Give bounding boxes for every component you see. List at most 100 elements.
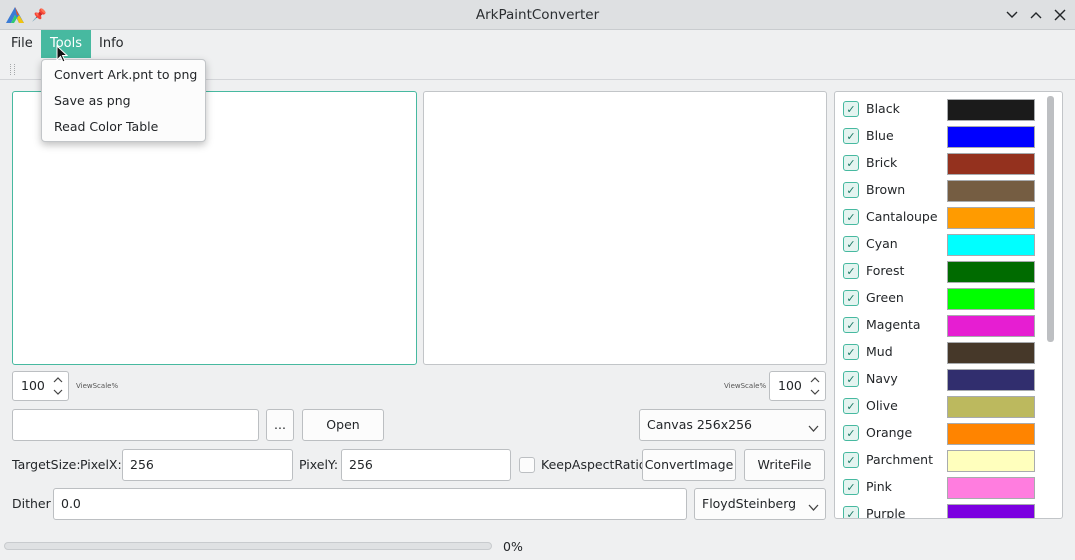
color-checkbox[interactable]: ✓ xyxy=(843,425,859,441)
pixelx-input[interactable]: 256 xyxy=(122,449,293,481)
color-checkbox[interactable]: ✓ xyxy=(843,155,859,171)
color-name: Magenta xyxy=(866,317,921,332)
write-file-button[interactable]: WriteFile xyxy=(744,449,825,481)
color-row[interactable]: ✓ Olive xyxy=(843,393,1039,420)
color-swatch[interactable] xyxy=(947,180,1035,202)
color-row[interactable]: ✓ Parchment xyxy=(843,447,1039,474)
color-swatch[interactable] xyxy=(947,423,1035,445)
color-row[interactable]: ✓ Pink xyxy=(843,474,1039,501)
color-row[interactable]: ✓ Orange xyxy=(843,420,1039,447)
color-name: Navy xyxy=(866,371,898,386)
preview-image-view[interactable] xyxy=(423,91,827,365)
right-scale-value: 100 xyxy=(778,378,802,393)
color-checkbox[interactable]: ✓ xyxy=(843,479,859,495)
color-checkbox[interactable]: ✓ xyxy=(843,182,859,198)
file-path-input[interactable] xyxy=(12,409,259,441)
color-row[interactable]: ✓ Blue xyxy=(843,123,1039,150)
menu-info[interactable]: Info xyxy=(90,30,133,58)
color-checkbox[interactable]: ✓ xyxy=(843,317,859,333)
color-swatch[interactable] xyxy=(947,261,1035,283)
color-swatch[interactable] xyxy=(947,369,1035,391)
color-swatch[interactable] xyxy=(947,450,1035,472)
color-swatch[interactable] xyxy=(947,315,1035,337)
menu-file[interactable]: File xyxy=(2,30,42,58)
color-row[interactable]: ✓ Navy xyxy=(843,366,1039,393)
color-checkbox[interactable]: ✓ xyxy=(843,263,859,279)
color-name: Parchment xyxy=(866,452,933,467)
color-name: Brown xyxy=(866,182,906,197)
color-name: Black xyxy=(866,101,900,116)
color-checkbox[interactable]: ✓ xyxy=(843,209,859,225)
color-swatch[interactable] xyxy=(947,504,1035,518)
color-swatch[interactable] xyxy=(947,99,1035,121)
color-name: Purple xyxy=(866,506,906,519)
target-size-label: TargetSize: xyxy=(12,457,81,472)
convert-image-button[interactable]: ConvertImage xyxy=(642,449,736,481)
color-checkbox[interactable]: ✓ xyxy=(843,101,859,117)
left-scale-value: 100 xyxy=(21,378,45,393)
menu-item-save-png[interactable]: Save as png xyxy=(54,88,131,114)
color-name: Cantaloupe xyxy=(866,209,938,224)
color-row[interactable]: ✓ Forest xyxy=(843,258,1039,285)
dither-method-select[interactable]: FloydSteinberg xyxy=(694,488,826,520)
color-row[interactable]: ✓ Brown xyxy=(843,177,1039,204)
dither-input[interactable]: 0.0 xyxy=(53,488,687,520)
color-swatch[interactable] xyxy=(947,126,1035,148)
color-checkbox[interactable]: ✓ xyxy=(843,344,859,360)
color-name: Pink xyxy=(866,479,892,494)
color-swatch[interactable] xyxy=(947,342,1035,364)
color-row[interactable]: ✓ Green xyxy=(843,285,1039,312)
color-row[interactable]: ✓ Brick xyxy=(843,150,1039,177)
color-name: Brick xyxy=(866,155,898,170)
color-name: Forest xyxy=(866,263,905,278)
color-checkbox[interactable]: ✓ xyxy=(843,398,859,414)
toolbar-grip[interactable] xyxy=(10,64,15,75)
color-row[interactable]: ✓ Cyan xyxy=(843,231,1039,258)
color-row[interactable]: ✓ Cantaloupe xyxy=(843,204,1039,231)
keep-aspect-label[interactable]: KeepAspectRatio xyxy=(541,457,646,473)
keep-aspect-checkbox[interactable] xyxy=(519,457,535,473)
dither-label: Dither xyxy=(12,496,51,511)
color-checkbox[interactable]: ✓ xyxy=(843,128,859,144)
canvas-chevron-down-icon xyxy=(808,421,819,436)
color-swatch[interactable] xyxy=(947,234,1035,256)
color-swatch[interactable] xyxy=(947,288,1035,310)
left-scale-arrows-icon[interactable] xyxy=(51,375,65,400)
color-name: Blue xyxy=(866,128,894,143)
color-checkbox[interactable]: ✓ xyxy=(843,236,859,252)
color-checkbox[interactable]: ✓ xyxy=(843,371,859,387)
color-swatch[interactable] xyxy=(947,396,1035,418)
menu-item-convert-ark[interactable]: Convert Ark.pnt to png xyxy=(54,62,197,88)
minimize-icon[interactable] xyxy=(1002,0,1022,30)
color-swatch[interactable] xyxy=(947,207,1035,229)
color-row[interactable]: ✓ Black xyxy=(843,96,1039,123)
tools-dropdown-menu: Convert Ark.pnt to png Save as png Read … xyxy=(41,59,206,142)
color-name: Orange xyxy=(866,425,913,440)
close-icon[interactable] xyxy=(1050,0,1070,30)
color-row[interactable]: ✓ Mud xyxy=(843,339,1039,366)
color-list-scrollbar[interactable] xyxy=(1047,96,1054,342)
window-title: ArkPaintConverter xyxy=(475,7,600,23)
color-name: Mud xyxy=(866,344,893,359)
dither-chevron-down-icon xyxy=(808,500,819,515)
color-checkbox[interactable]: ✓ xyxy=(843,290,859,306)
canvas-size-select[interactable]: Canvas 256x256 xyxy=(639,409,826,441)
color-row[interactable]: ✓ Purple xyxy=(843,501,1039,519)
canvas-size-value: Canvas 256x256 xyxy=(647,417,752,432)
color-swatch[interactable] xyxy=(947,153,1035,175)
color-swatch[interactable] xyxy=(947,477,1035,499)
color-checkbox[interactable]: ✓ xyxy=(843,452,859,468)
menu-bar xyxy=(0,30,1075,58)
color-checkbox[interactable]: ✓ xyxy=(843,506,859,518)
color-name: Green xyxy=(866,290,904,305)
menu-item-read-color-table[interactable]: Read Color Table xyxy=(54,114,158,140)
pixely-input[interactable]: 256 xyxy=(341,449,511,481)
right-scale-arrows-icon[interactable] xyxy=(808,375,822,400)
color-list-panel: ✓ Black ✓ Blue ✓ Brick ✓ Brown ✓ Cantaloupe ✓ Cyan ✓… xyxy=(834,91,1063,519)
browse-button[interactable]: ... xyxy=(266,409,294,441)
right-scale-label: ViewScale% xyxy=(724,382,767,390)
open-button[interactable]: Open xyxy=(302,409,384,441)
color-row[interactable]: ✓ Magenta xyxy=(843,312,1039,339)
maximize-icon[interactable] xyxy=(1026,0,1046,30)
color-name: Cyan xyxy=(866,236,898,251)
